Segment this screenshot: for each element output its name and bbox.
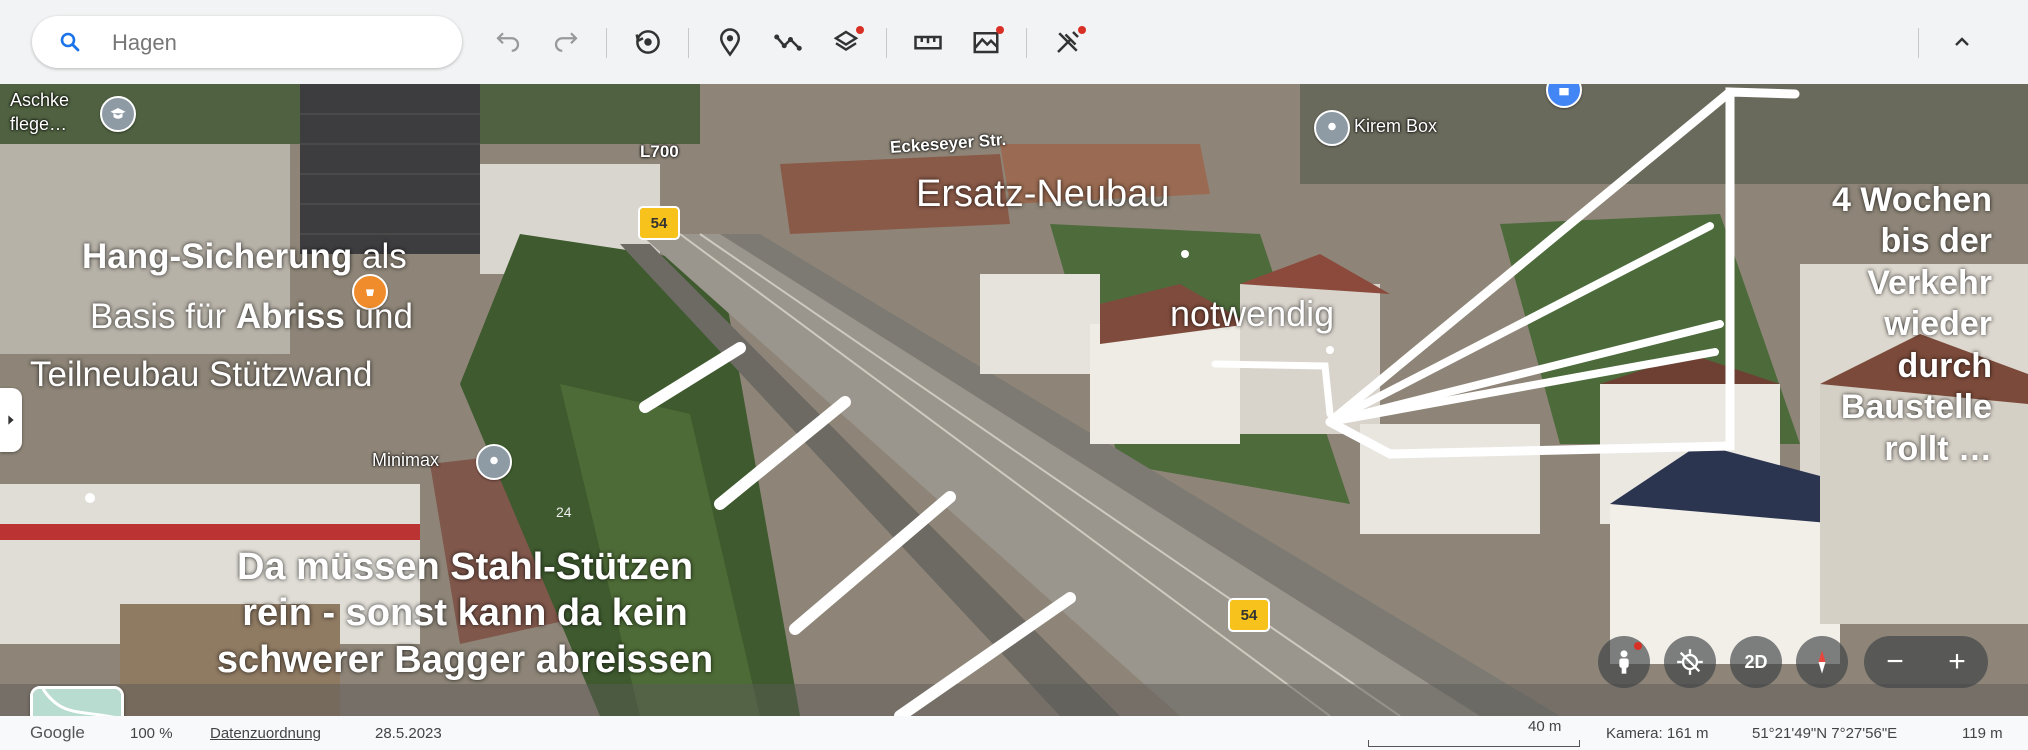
layers-button[interactable]: [828, 24, 864, 60]
location-icon: [1328, 122, 1336, 131]
scale-bar: [1368, 740, 1580, 747]
school-icon: [110, 108, 126, 119]
locate-icon: [1677, 649, 1703, 675]
camera-altitude: Kamera: 161 m: [1606, 725, 1709, 742]
toolbar-divider: [886, 28, 887, 58]
annotation-line: wieder: [1884, 305, 1992, 344]
annotation-bold: Abriss: [235, 297, 345, 336]
annotation-line: rollt …: [1884, 429, 1992, 468]
place-pin[interactable]: [100, 96, 136, 132]
top-toolbar: [0, 0, 2028, 84]
imagery-date: 28.5.2023: [375, 725, 442, 742]
streetview-icon: [1619, 650, 1629, 674]
zoom-out-button[interactable]: −: [1886, 645, 1904, 679]
annotation-line: Verkehr: [1867, 263, 1992, 302]
google-logo: Google: [30, 723, 85, 742]
zoom-controls: − +: [1864, 636, 1988, 688]
map-viewport[interactable]: Aschke flege… L700 Eckeseyer Str. Kirem …: [0, 84, 2028, 716]
measure-button[interactable]: [910, 24, 946, 60]
streetview-button[interactable]: [1598, 636, 1650, 688]
path-button[interactable]: [770, 24, 806, 60]
annotation-hang-line3: Teilneubau Stützwand: [30, 355, 373, 394]
placemark-button[interactable]: [712, 24, 748, 60]
chevron-right-icon: [8, 415, 14, 425]
collapse-toolbar-button[interactable]: [1942, 22, 1982, 62]
annotation-text: Basis für: [90, 297, 236, 336]
notification-dot: [856, 26, 864, 34]
zoom-in-button[interactable]: +: [1948, 645, 1966, 679]
location-icon: [490, 456, 498, 465]
house-number: 24: [556, 504, 572, 520]
annotation-stahl-stuetzen: Da müssen Stahl-Stützen rein - sonst kan…: [160, 544, 770, 683]
elevation: 119 m: [1962, 725, 2003, 742]
road-label: L700: [640, 142, 679, 161]
place-label[interactable]: Kirem Box: [1354, 116, 1437, 137]
place-label[interactable]: Minimax: [372, 450, 439, 471]
status-bar: Google 100 % Datenzuordnung 28.5.2023 40…: [0, 716, 2028, 750]
search-box[interactable]: [32, 16, 462, 68]
annotation-text: als: [352, 237, 407, 276]
compass-icon: [1818, 650, 1826, 674]
expand-side-panel-button[interactable]: [0, 388, 22, 452]
redo-button[interactable]: [548, 24, 584, 60]
toolbar-divider: [1026, 28, 1027, 58]
notification-dot: [996, 26, 1004, 34]
annotation-ersatz-neubau: Ersatz-Neubau: [916, 173, 1170, 215]
route-shield[interactable]: 54: [1228, 598, 1270, 632]
annotation-line: schwerer Bagger abreissen: [216, 638, 714, 681]
annotation-4-wochen: 4 Wochen bis der Verkehr wieder durch Ba…: [1770, 180, 1992, 470]
toolbar-divider: [688, 28, 689, 58]
zoom-level: 100 %: [130, 725, 173, 742]
annotation-line: rein - sonst kann da kein: [242, 592, 688, 635]
search-input[interactable]: [110, 24, 444, 62]
route-shield[interactable]: 54: [638, 206, 680, 240]
shopping-icon: [1559, 88, 1569, 96]
annotation-notwendig: notwendig: [1170, 293, 1335, 334]
annotation-line: durch: [1897, 346, 1992, 385]
place-label[interactable]: Aschke: [10, 90, 69, 111]
ruler-icon: [914, 35, 942, 50]
redo-icon: [554, 32, 578, 52]
search-icon: [60, 32, 80, 52]
place-pin[interactable]: [1314, 110, 1350, 146]
annotation-line: Baustelle: [1840, 388, 1992, 427]
locate-button[interactable]: [1664, 636, 1716, 688]
terrain-button[interactable]: [968, 24, 1004, 60]
undo-icon: [496, 32, 520, 52]
toolbar-divider: [1918, 28, 1919, 58]
undo-button[interactable]: [490, 24, 526, 60]
notification-dot: [1078, 26, 1086, 34]
annotation-text: und: [344, 297, 413, 336]
annotation-line: Da müssen Stahl-Stützen: [236, 546, 694, 588]
compass-button[interactable]: [1796, 636, 1848, 688]
tools-button[interactable]: [1050, 24, 1086, 60]
history-icon: [635, 30, 660, 54]
annotation-hang-sicherung: Hang-Sicherung als: [82, 236, 407, 278]
minimap-icon: [33, 689, 121, 716]
placemark-icon: [719, 28, 741, 57]
scale-label: 40 m: [1528, 718, 1562, 735]
place-pin[interactable]: [476, 444, 512, 480]
path-icon: [774, 34, 802, 51]
coordinates: 51°21'49"N 7°27'56"E: [1752, 725, 1898, 742]
annotation-line: bis der: [1880, 222, 1992, 261]
attribution-link[interactable]: Datenzuordnung: [210, 725, 321, 742]
toggle-2d-button[interactable]: 2D: [1730, 636, 1782, 688]
toolbar-divider: [606, 28, 607, 58]
place-label[interactable]: flege…: [10, 114, 67, 135]
history-button[interactable]: [630, 24, 666, 60]
annotation-bold: Hang-Sicherung: [82, 237, 353, 276]
minimap[interactable]: [30, 686, 124, 716]
chevron-up-icon: [1955, 37, 1969, 46]
annotation-line: 4 Wochen: [1832, 181, 1992, 219]
annotation-hang-line2: Basis für Abriss und: [90, 296, 413, 338]
notification-dot: [1634, 642, 1642, 650]
